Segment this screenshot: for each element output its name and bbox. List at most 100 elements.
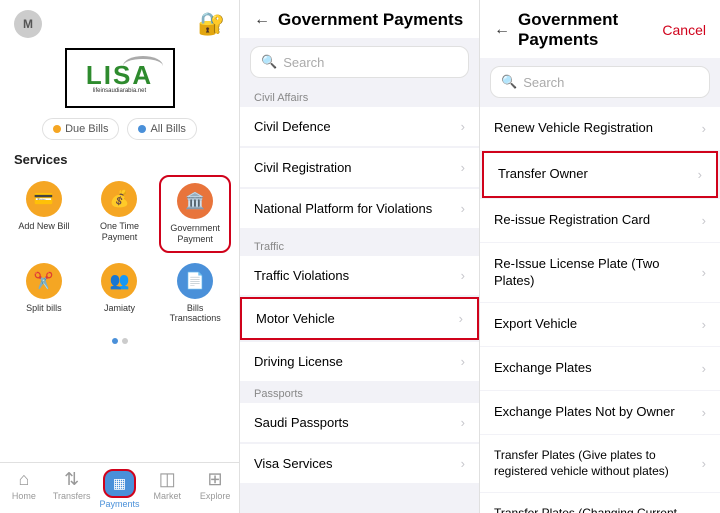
explore-icon: ⊞ (208, 469, 223, 490)
jamiaty-label: Jamiaty (104, 303, 135, 314)
transfer-plates-without-text: Transfer Plates (Give plates to register… (494, 448, 702, 479)
nav-home-label: Home (12, 491, 36, 501)
mid-panel: ← Government Payments 🔍 Search Civil Aff… (240, 0, 480, 513)
due-bills-button[interactable]: Due Bills (42, 118, 119, 140)
exchange-plates-text: Exchange Plates (494, 360, 592, 377)
chevron-civil-registration: › (461, 160, 465, 175)
left-panel: M 🔐 LISA lifeinsaudiarabia.net Due Bills… (0, 0, 240, 513)
national-platform-text: National Platform for Violations (254, 201, 432, 216)
home-icon: ⌂ (18, 469, 29, 490)
chevron-traffic-violations: › (461, 268, 465, 283)
chevron-renew-vehicle: › (702, 121, 706, 136)
traffic-violations-text: Traffic Violations (254, 268, 349, 283)
mid-item-visa-services[interactable]: Visa Services › (240, 444, 479, 483)
split-bills-icon: ✂️ (26, 263, 62, 299)
transfers-icon: ⇅ (64, 469, 79, 490)
mid-item-civil-registration[interactable]: Civil Registration › (240, 148, 479, 187)
mid-search-bar[interactable]: 🔍 Search (250, 46, 469, 78)
bills-transactions-label: Bills Transactions (161, 303, 229, 325)
all-bills-label: All Bills (150, 123, 185, 135)
renew-vehicle-text: Renew Vehicle Registration (494, 120, 653, 137)
right-back-arrow[interactable]: ← (494, 21, 510, 39)
right-item-export-vehicle[interactable]: Export Vehicle › (480, 303, 720, 346)
chevron-export-vehicle: › (702, 317, 706, 332)
right-item-transfer-owner[interactable]: Transfer Owner › (482, 151, 718, 198)
nav-home[interactable]: ⌂ Home (0, 463, 48, 513)
one-time-label: One Time Payment (86, 221, 154, 243)
right-item-exchange-plates[interactable]: Exchange Plates › (480, 347, 720, 390)
chevron-transfer-plates-without: › (702, 456, 706, 471)
right-panel: ← Government Payments Cancel 🔍 Search Re… (480, 0, 720, 513)
mid-item-motor-vehicle[interactable]: Motor Vehicle › (240, 297, 479, 340)
right-item-renew-vehicle[interactable]: Renew Vehicle Registration › (480, 107, 720, 150)
right-list: Renew Vehicle Registration › Transfer Ow… (480, 106, 720, 513)
all-bills-button[interactable]: All Bills (127, 118, 196, 140)
saudi-passports-text: Saudi Passports (254, 415, 349, 430)
nav-explore[interactable]: ⊞ Explore (191, 463, 239, 513)
dot-1 (112, 338, 118, 344)
service-split-bills[interactable]: ✂️ Split bills (8, 257, 80, 331)
add-bill-icon: 💳 (26, 181, 62, 217)
bill-buttons: Due Bills All Bills (0, 112, 239, 146)
chevron-national-platform: › (461, 201, 465, 216)
transfer-owner-text: Transfer Owner (498, 166, 588, 183)
right-item-exchange-plates-not-owner[interactable]: Exchange Plates Not by Owner › (480, 391, 720, 434)
lisa-logo-area: LISA lifeinsaudiarabia.net (0, 42, 239, 112)
lock-icon: 🔐 (198, 11, 225, 37)
chevron-exchange-plates-not-owner: › (702, 405, 706, 420)
nav-payments[interactable]: ▦ Payments (96, 463, 144, 513)
right-search-bar[interactable]: 🔍 Search (490, 66, 710, 98)
payments-icon: ▦ (113, 475, 126, 492)
avatar[interactable]: M (14, 10, 42, 38)
chevron-saudi-passports: › (461, 415, 465, 430)
service-government-payment[interactable]: 🏛️ Government Payment (159, 175, 231, 253)
mid-item-traffic-violations[interactable]: Traffic Violations › (240, 256, 479, 295)
mid-item-saudi-passports[interactable]: Saudi Passports › (240, 403, 479, 442)
mid-panel-title: Government Payments (278, 10, 463, 30)
mid-item-driving-license[interactable]: Driving License › (240, 342, 479, 381)
nav-payments-label: Payments (99, 499, 139, 509)
service-add-new-bill[interactable]: 💳 Add New Bill (8, 175, 80, 253)
chevron-reissue-license-plate: › (702, 265, 706, 280)
right-item-reissue-license-plate[interactable]: Re-Issue License Plate (Two Plates) › (480, 243, 720, 303)
right-search-placeholder: Search (523, 75, 564, 90)
visa-services-text: Visa Services (254, 456, 333, 471)
right-header-left: ← Government Payments (494, 10, 662, 50)
payments-icon-box: ▦ (103, 469, 136, 498)
mid-back-arrow[interactable]: ← (254, 11, 270, 29)
mid-search-icon: 🔍 (261, 54, 277, 70)
service-bills-transactions[interactable]: 📄 Bills Transactions (159, 257, 231, 331)
chevron-motor-vehicle: › (459, 311, 463, 326)
export-vehicle-text: Export Vehicle (494, 316, 577, 333)
passports-label: Passports (240, 382, 479, 402)
due-bills-label: Due Bills (65, 123, 108, 135)
lisa-logo: LISA lifeinsaudiarabia.net (65, 48, 175, 108)
chevron-transfer-owner: › (698, 167, 702, 182)
mid-header: ← Government Payments (240, 0, 479, 38)
chevron-driving-license: › (461, 354, 465, 369)
reissue-license-plate-text: Re-Issue License Plate (Two Plates) (494, 256, 702, 290)
civil-registration-text: Civil Registration (254, 160, 352, 175)
service-one-time-payment[interactable]: 💰 One Time Payment (84, 175, 156, 253)
traffic-label: Traffic (240, 235, 479, 255)
nav-transfers-label: Transfers (53, 491, 91, 501)
right-header: ← Government Payments Cancel (480, 0, 720, 58)
chevron-civil-defence: › (461, 119, 465, 134)
nav-transfers[interactable]: ⇅ Transfers (48, 463, 96, 513)
dot-2 (122, 338, 128, 344)
add-bill-label: Add New Bill (18, 221, 69, 232)
right-item-transfer-plates-changing[interactable]: Transfer Plates (Changing Current Vehicl… (480, 493, 720, 513)
nav-market[interactable]: ◫ Market (143, 463, 191, 513)
right-item-reissue-reg-card[interactable]: Re-issue Registration Card › (480, 199, 720, 242)
chevron-reissue-reg-card: › (702, 213, 706, 228)
nav-explore-label: Explore (200, 491, 231, 501)
service-jamiaty[interactable]: 👥 Jamiaty (84, 257, 156, 331)
market-icon: ◫ (159, 469, 176, 490)
cancel-button[interactable]: Cancel (662, 22, 706, 38)
services-heading: Services (0, 146, 239, 171)
mid-item-national-platform[interactable]: National Platform for Violations › (240, 189, 479, 228)
right-item-transfer-plates-without[interactable]: Transfer Plates (Give plates to register… (480, 435, 720, 492)
one-time-icon: 💰 (101, 181, 137, 217)
nav-market-label: Market (154, 491, 182, 501)
mid-item-civil-defence[interactable]: Civil Defence › (240, 107, 479, 146)
